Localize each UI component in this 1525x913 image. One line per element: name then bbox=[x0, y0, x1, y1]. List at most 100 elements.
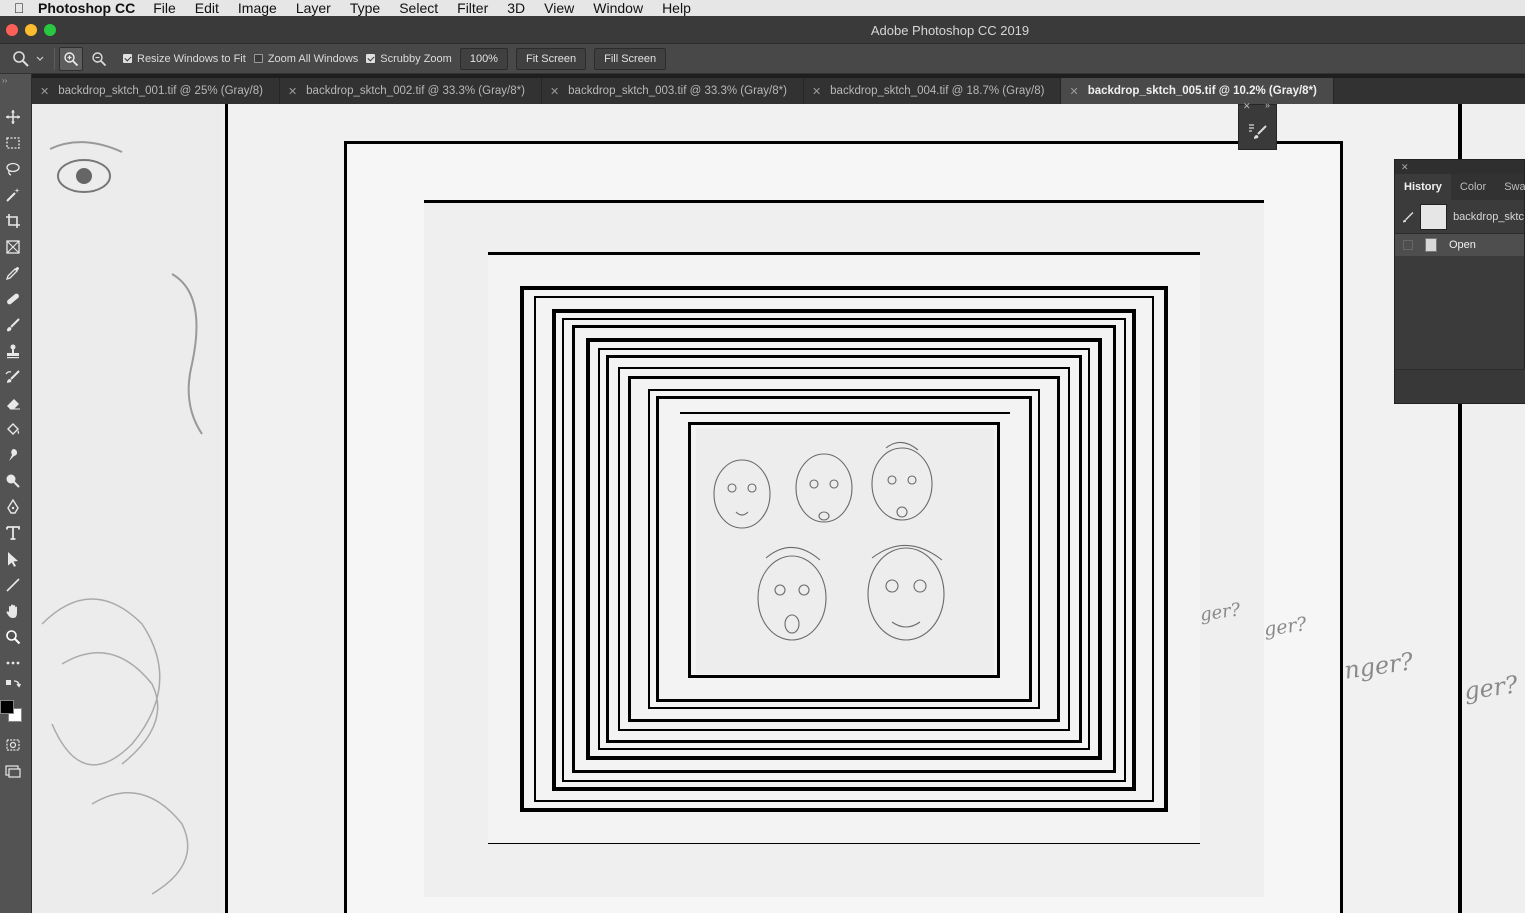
smudge-tool[interactable] bbox=[2, 444, 24, 466]
panel-grip-icon[interactable]: ›› bbox=[0, 76, 32, 86]
close-icon[interactable]: ✕ bbox=[550, 85, 559, 98]
menu-select[interactable]: Select bbox=[399, 0, 438, 16]
brush-settings-button[interactable] bbox=[1243, 117, 1273, 145]
close-icon[interactable]: ✕ bbox=[1069, 85, 1078, 98]
zoom-in-icon bbox=[64, 51, 79, 66]
edit-toolbar-button[interactable] bbox=[2, 652, 24, 674]
menu-3d[interactable]: 3D bbox=[507, 0, 525, 16]
frame-tool[interactable] bbox=[2, 236, 24, 258]
type-tool[interactable] bbox=[2, 522, 24, 544]
quick-mask-button[interactable] bbox=[2, 734, 24, 756]
zoom-100-button[interactable]: 100% bbox=[459, 47, 508, 70]
close-icon[interactable]: ✕ bbox=[288, 85, 297, 98]
screen-mode-button[interactable] bbox=[2, 760, 24, 782]
eraser-tool[interactable] bbox=[2, 392, 24, 414]
tab-swatches[interactable]: Swa bbox=[1495, 174, 1525, 200]
move-tool[interactable] bbox=[2, 106, 24, 128]
menu-view[interactable]: View bbox=[544, 0, 574, 16]
close-icon[interactable]: ✕ bbox=[1243, 101, 1251, 112]
line-icon bbox=[6, 578, 20, 592]
path-selection-tool[interactable] bbox=[2, 548, 24, 570]
pen-icon bbox=[7, 499, 19, 514]
close-icon[interactable]: ✕ bbox=[1401, 162, 1409, 172]
zoom-tool[interactable] bbox=[2, 626, 24, 648]
clone-stamp-tool[interactable] bbox=[2, 340, 24, 362]
menu-help[interactable]: Help bbox=[662, 0, 691, 16]
menu-layer[interactable]: Layer bbox=[296, 0, 331, 16]
brush-tool[interactable] bbox=[2, 314, 24, 336]
zoom-all-windows-checkbox[interactable]: Zoom All Windows bbox=[253, 52, 359, 65]
resize-windows-checkbox[interactable]: Resize Windows to Fit bbox=[123, 53, 246, 65]
tab-color[interactable]: Color bbox=[1451, 174, 1495, 200]
snapshot-thumbnail bbox=[1419, 203, 1448, 230]
tab-history[interactable]: History bbox=[1395, 174, 1451, 200]
history-state-open[interactable]: Open bbox=[1395, 234, 1524, 256]
lasso-icon bbox=[6, 162, 20, 176]
checkbox-unchecked-icon bbox=[253, 54, 263, 63]
zoom-out-button[interactable] bbox=[87, 47, 111, 71]
zoom-tool-icon bbox=[6, 630, 21, 645]
menu-filter[interactable]: Filter bbox=[457, 0, 488, 16]
scrubby-zoom-label: Scrubby Zoom bbox=[380, 52, 452, 65]
fill-screen-button[interactable]: Fill Screen bbox=[594, 47, 667, 70]
panel-footer bbox=[1395, 369, 1525, 403]
paint-bucket-icon bbox=[7, 423, 20, 435]
paint-bucket-tool[interactable] bbox=[2, 418, 24, 440]
magic-wand-tool[interactable] bbox=[2, 184, 24, 206]
tab-document-002[interactable]: ✕ backdrop_sktch_002.tif @ 33.3% (Gray/8… bbox=[280, 78, 542, 104]
horizontal-rule bbox=[680, 412, 1010, 414]
tab-label: backdrop_sktch_004.tif @ 18.7% (Gray/8) bbox=[830, 85, 1045, 97]
tool-preset-picker[interactable] bbox=[0, 44, 50, 74]
zoom-tool-icon bbox=[13, 50, 29, 67]
pen-tool[interactable] bbox=[2, 496, 24, 518]
panel-header: ✕ bbox=[1395, 160, 1524, 174]
tools-panel: ›› bbox=[0, 74, 32, 913]
foreground-color-swatch[interactable] bbox=[0, 700, 14, 714]
scrubby-zoom-checkbox[interactable]: Scrubby Zoom bbox=[366, 53, 452, 65]
collapsed-panel-dock: ✕ » bbox=[1238, 100, 1277, 150]
crop-tool[interactable] bbox=[2, 210, 24, 232]
menu-window[interactable]: Window bbox=[593, 0, 643, 16]
dodge-tool[interactable] bbox=[2, 470, 24, 492]
healing-brush-tool[interactable] bbox=[2, 288, 24, 310]
tab-document-003[interactable]: ✕ backdrop_sktch_003.tif @ 33.3% (Gray/8… bbox=[542, 78, 804, 104]
menu-type[interactable]: Type bbox=[350, 0, 380, 16]
frame-icon bbox=[6, 240, 20, 254]
more-icon bbox=[6, 661, 20, 665]
swap-colors-icon bbox=[6, 680, 21, 688]
history-snapshot[interactable]: backdrop_sktc bbox=[1395, 200, 1524, 234]
tab-document-005[interactable]: ✕ backdrop_sktch_005.tif @ 10.2% (Gray/8… bbox=[1061, 78, 1334, 104]
expand-panel-icon[interactable]: » bbox=[1265, 100, 1270, 110]
tab-document-004[interactable]: ✕ backdrop_sktch_004.tif @ 18.7% (Gray/8… bbox=[804, 78, 1062, 104]
snapshot-label: backdrop_sktc bbox=[1453, 210, 1524, 223]
checkbox-checked-icon bbox=[123, 54, 132, 63]
app-menu[interactable]: Photoshop CC bbox=[38, 0, 135, 16]
menu-image[interactable]: Image bbox=[238, 0, 277, 16]
tab-label: backdrop_sktch_005.tif @ 10.2% (Gray/8*) bbox=[1087, 85, 1317, 97]
close-icon[interactable]: ✕ bbox=[40, 85, 49, 98]
menu-file[interactable]: File bbox=[153, 0, 176, 16]
lasso-tool[interactable] bbox=[2, 158, 24, 180]
close-icon[interactable]: ✕ bbox=[812, 85, 821, 98]
eyedropper-tool[interactable] bbox=[2, 262, 24, 284]
divider bbox=[54, 47, 55, 70]
hand-tool[interactable] bbox=[2, 600, 24, 622]
history-brush-tool[interactable] bbox=[2, 366, 24, 388]
tab-label: backdrop_sktch_002.tif @ 33.3% (Gray/8*) bbox=[306, 85, 525, 97]
sketch-annotation: ger? bbox=[1462, 670, 1520, 706]
horizontal-rule bbox=[488, 843, 1200, 844]
sketch-face-drawing bbox=[41, 141, 203, 895]
apple-icon[interactable]:  bbox=[0, 0, 38, 16]
zoom-in-button[interactable] bbox=[59, 46, 83, 71]
swap-colors-button[interactable] bbox=[2, 678, 24, 692]
window-titlebar: Adobe Photoshop CC 2019 bbox=[0, 16, 1525, 44]
fit-screen-button[interactable]: Fit Screen bbox=[515, 47, 587, 70]
marquee-tool[interactable] bbox=[2, 132, 24, 154]
history-panel: ✕ History Color Swa backdrop_sktc Open bbox=[1394, 159, 1525, 404]
line-tool[interactable] bbox=[2, 574, 24, 596]
menu-edit[interactable]: Edit bbox=[195, 0, 219, 16]
tab-document-001[interactable]: ✕ backdrop_sktch_001.tif @ 25% (Gray/8) bbox=[32, 78, 280, 104]
zoom-all-windows-label: Zoom All Windows bbox=[267, 52, 359, 65]
history-source-checkbox[interactable] bbox=[1403, 240, 1413, 250]
document-canvas[interactable]: ger? ger? nger? ger? bbox=[32, 104, 1525, 913]
